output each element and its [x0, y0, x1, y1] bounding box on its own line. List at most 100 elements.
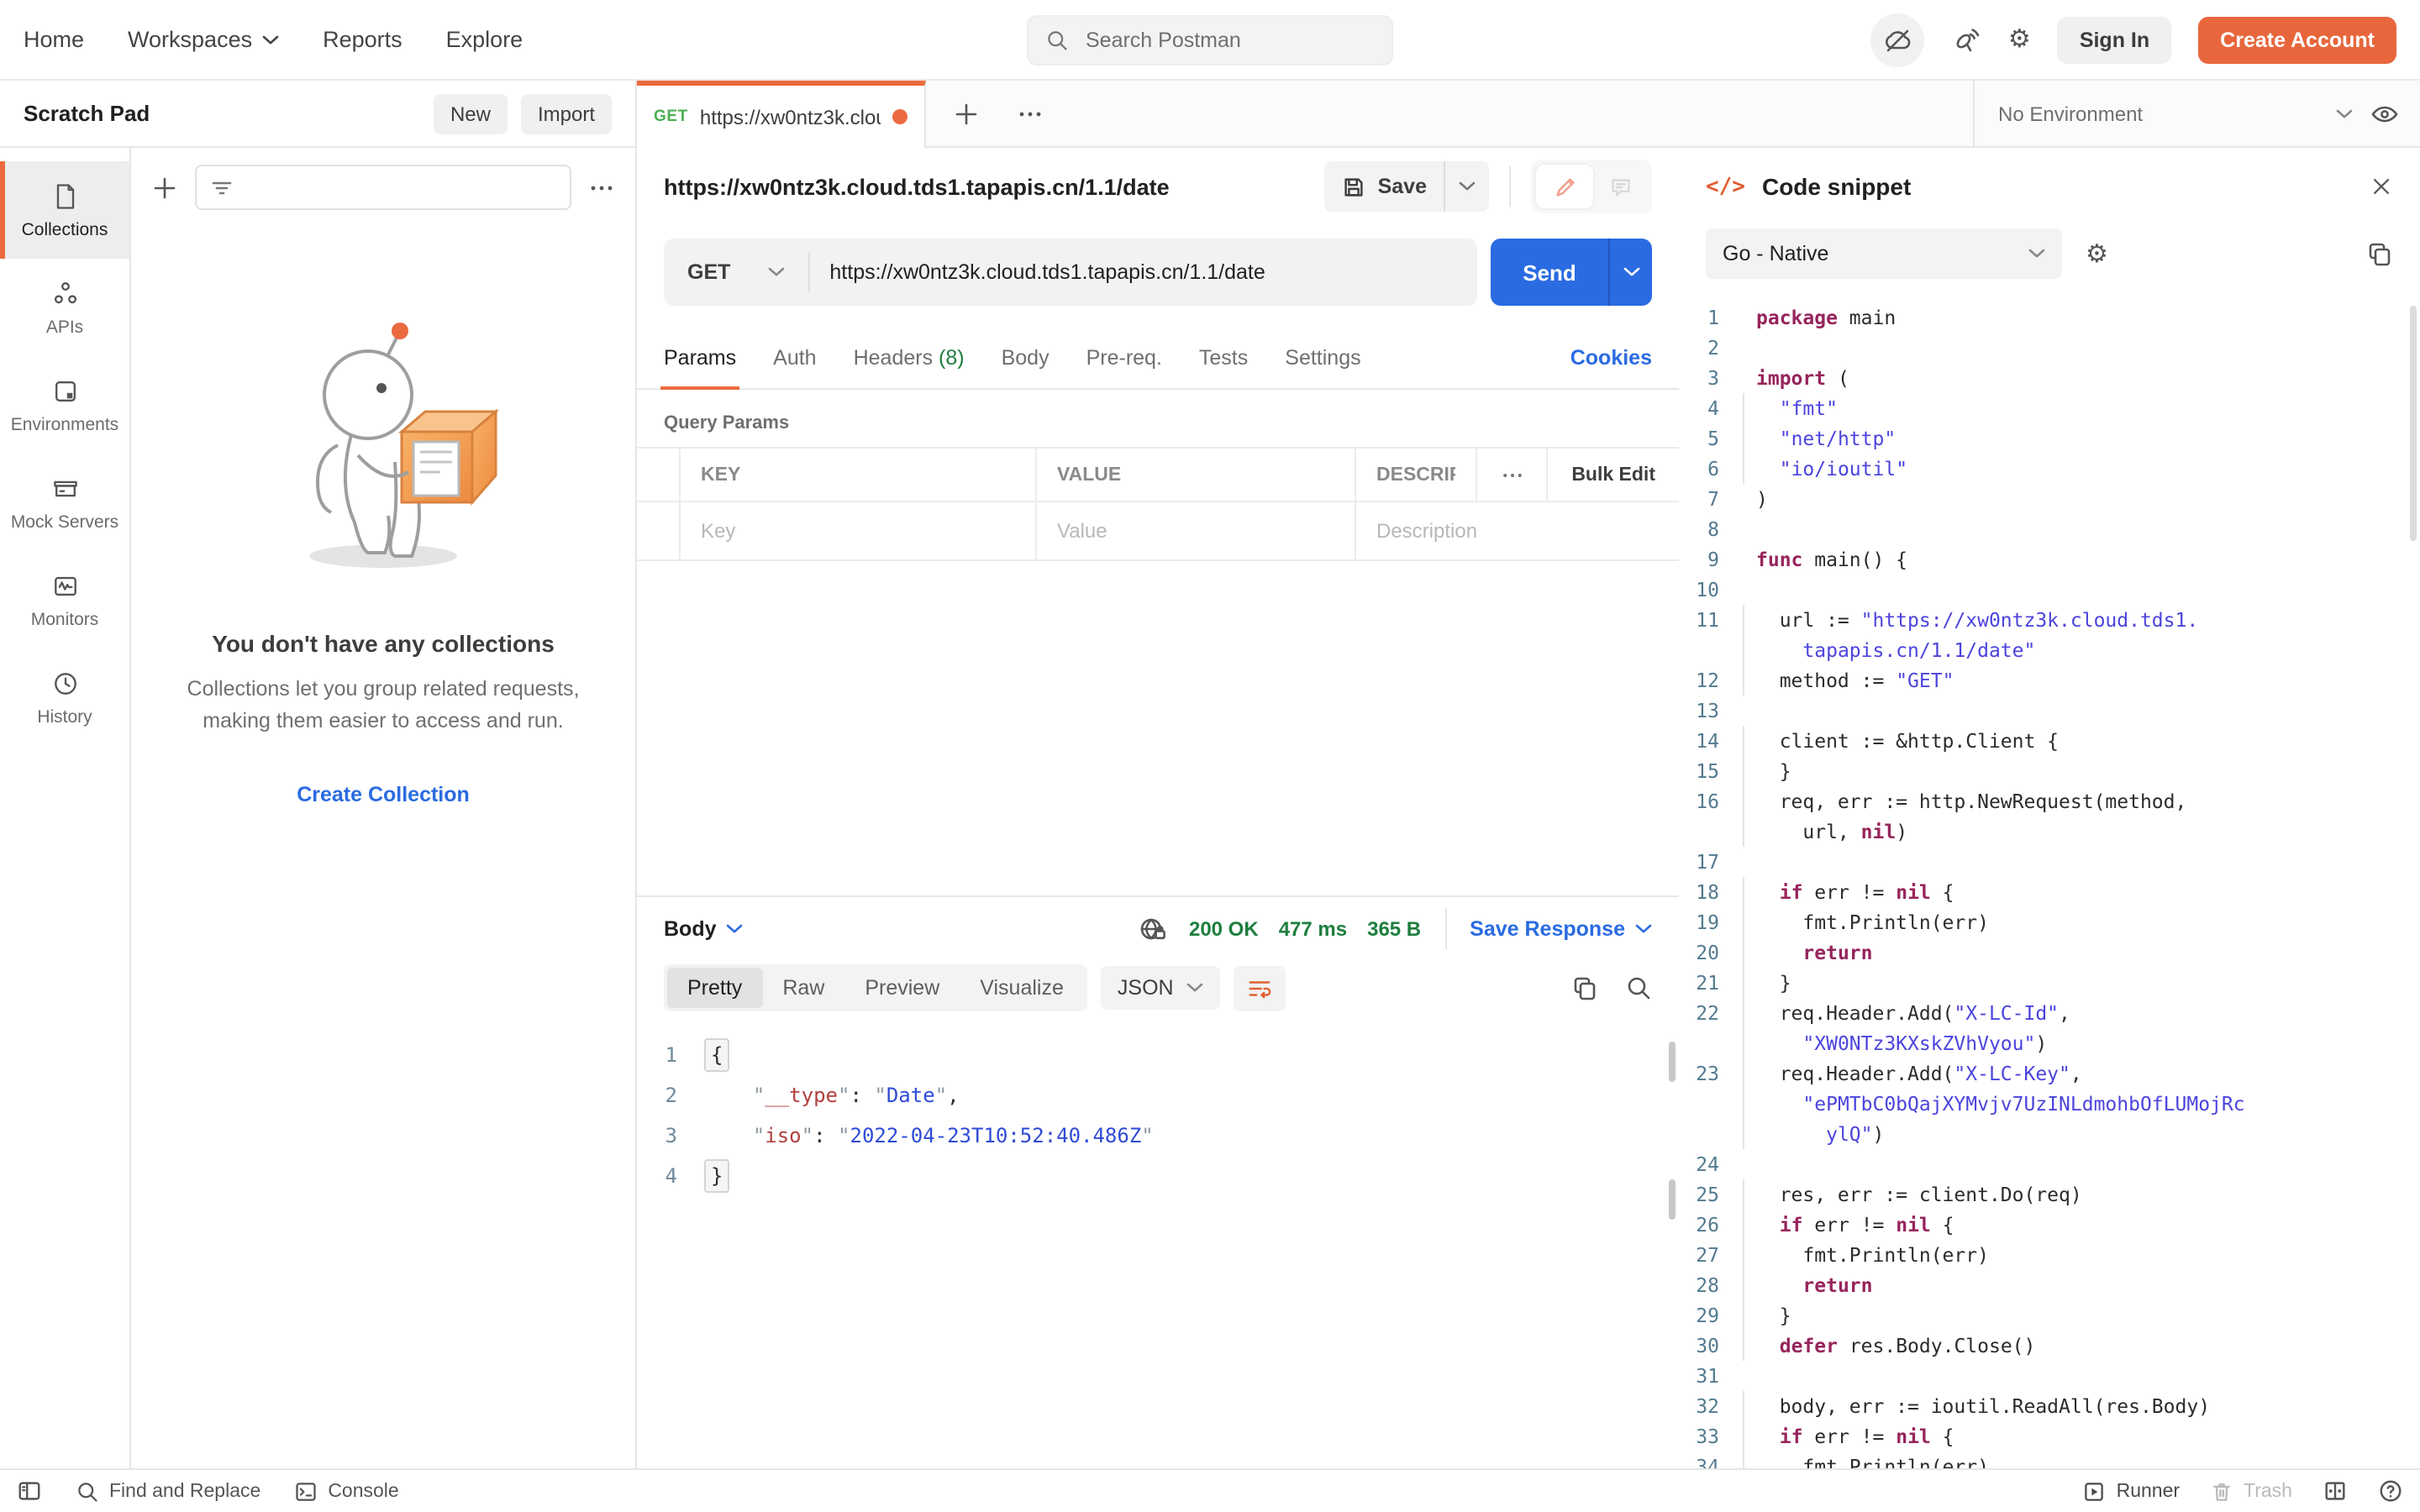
sidebar-item-mock-servers[interactable]: Mock Servers [0, 454, 129, 551]
save-options-button[interactable] [1444, 161, 1489, 212]
sidebar-item-monitors[interactable]: Monitors [0, 551, 129, 648]
sidebar-item-history[interactable]: History [0, 648, 129, 746]
close-icon [2370, 175, 2393, 198]
two-pane-view-button[interactable] [2323, 1478, 2348, 1504]
nav-workspaces[interactable]: Workspaces [128, 27, 279, 52]
wrap-text-button[interactable] [1234, 965, 1286, 1011]
response-scrollbar-thumb[interactable] [1669, 1042, 1676, 1082]
code-line: 7) [1679, 484, 2420, 514]
nav-explore[interactable]: Explore [446, 27, 523, 52]
request-tab-pre-req-[interactable]: Pre-req. [1086, 326, 1162, 388]
param-value-input[interactable] [1037, 519, 1355, 543]
environment-quick-look-eye-icon[interactable] [2370, 98, 2400, 129]
save-button[interactable]: Save [1324, 174, 1444, 199]
sidebar-item-environments[interactable]: Environments [0, 356, 129, 454]
response-view-pretty[interactable]: Pretty [667, 968, 762, 1008]
find-and-replace-button[interactable]: Find and Replace [76, 1479, 260, 1503]
send-options-button[interactable] [1608, 239, 1652, 306]
code-snippet-title: Code snippet [1762, 173, 1911, 200]
import-button[interactable]: Import [521, 93, 612, 134]
method-selector[interactable]: GET [664, 260, 808, 284]
language-selector[interactable]: Go - Native [1706, 228, 2062, 279]
tab-title: https://xw0ntz3k.clouc [700, 105, 881, 129]
bulk-edit-button[interactable]: Bulk Edit [1548, 449, 1679, 501]
chevron-down-icon[interactable] [2336, 108, 2353, 118]
help-button[interactable] [2378, 1478, 2403, 1504]
chevron-down-icon [1635, 924, 1652, 934]
send-button[interactable]: Send [1491, 239, 1608, 306]
request-tab-auth[interactable]: Auth [773, 326, 816, 388]
column-header-value: VALUE [1057, 465, 1121, 485]
sidebar-item-collections[interactable]: Collections [0, 161, 129, 259]
method-label: GET [687, 260, 730, 284]
network-globe-lock-icon[interactable] [1139, 914, 1169, 944]
sidebar-item-apis[interactable]: APIs [0, 259, 129, 356]
code-line: 24 [1679, 1149, 2420, 1179]
response-size[interactable]: 365 B [1367, 917, 1421, 941]
response-body-dropdown[interactable]: Body [664, 917, 744, 941]
environment-selector[interactable]: No Environment [1998, 102, 2319, 125]
search-response-icon[interactable] [1625, 974, 1652, 1001]
close-panel-button[interactable] [2370, 175, 2393, 198]
cookies-link[interactable]: Cookies [1570, 345, 1652, 369]
comments-button[interactable] [1593, 165, 1647, 208]
params-more-options-button[interactable] [1477, 449, 1548, 501]
tab-options-dots-icon[interactable] [1017, 100, 1044, 127]
save-response-button[interactable]: Save Response [1470, 917, 1652, 941]
trash-button[interactable]: Trash [2210, 1479, 2292, 1503]
param-description-input[interactable] [1356, 519, 1679, 543]
code-line: url, nil) [1679, 816, 2420, 847]
capture-requests-button[interactable] [1951, 24, 1981, 55]
copy-response-icon[interactable] [1571, 974, 1598, 1001]
response-view-preview[interactable]: Preview [844, 968, 960, 1008]
response-format-dropdown[interactable]: JSON [1101, 966, 1221, 1010]
create-collection-link[interactable]: Create Collection [165, 783, 602, 806]
code-line: 11 url := "https://xw0ntz3k.cloud.tds1. [1679, 605, 2420, 635]
filter-collections-input[interactable] [195, 165, 571, 210]
settings-gear-icon[interactable]: ⚙ [2008, 27, 2031, 52]
request-tab-headers[interactable]: Headers (8) [854, 326, 965, 388]
environment-bar: No Environment [1679, 81, 2420, 148]
rename-request-button[interactable] [1536, 165, 1593, 208]
create-account-button[interactable]: Create Account [2198, 16, 2396, 63]
row-handle-column [637, 449, 681, 501]
offline-status-button[interactable] [1870, 13, 1924, 66]
request-tab-tests[interactable]: Tests [1199, 326, 1248, 388]
runner-play-icon [2083, 1479, 2107, 1503]
nav-home[interactable]: Home [24, 27, 84, 52]
global-search[interactable] [1027, 14, 1393, 65]
collections-more-dots-icon[interactable] [588, 174, 615, 201]
code-line: 13 [1679, 696, 2420, 726]
nav-reports[interactable]: Reports [323, 27, 402, 52]
response-status-badge[interactable]: 200 OK [1189, 917, 1259, 941]
snippet-settings-gear-icon[interactable]: ⚙ [2086, 241, 2108, 266]
trash-label: Trash [2244, 1481, 2292, 1501]
new-tab-plus-icon[interactable] [953, 100, 980, 127]
snippet-scrollbar-thumb[interactable] [2410, 306, 2417, 541]
request-tab-params[interactable]: Params [664, 326, 736, 388]
request-tab-body[interactable]: Body [1002, 326, 1050, 388]
copy-snippet-button[interactable] [2366, 240, 2393, 267]
response-time[interactable]: 477 ms [1279, 917, 1347, 941]
tab-count: (8) [933, 345, 965, 369]
rail-label: Collections [22, 219, 108, 239]
response-scrollbar-thumb[interactable] [1669, 1179, 1676, 1220]
console-button[interactable]: Console [294, 1479, 398, 1503]
url-input[interactable] [809, 260, 1477, 284]
divider [1444, 909, 1446, 949]
search-input[interactable] [1082, 26, 1375, 53]
param-key-input[interactable] [681, 519, 1035, 543]
response-view-visualize[interactable]: Visualize [960, 968, 1084, 1008]
new-button[interactable]: New [434, 93, 508, 134]
toggle-sidebar-button[interactable] [17, 1478, 42, 1504]
add-collection-plus-icon[interactable] [151, 174, 178, 201]
response-body-viewer[interactable]: 1{2 "__type": "Date",3 "iso": "2022-04-2… [637, 1025, 1679, 1468]
code-snippet-viewer[interactable]: 1package main23import (4 "fmt"5 "net/htt… [1679, 296, 2420, 1468]
response-view-raw[interactable]: Raw [762, 968, 844, 1008]
rail-label: Environments [11, 414, 118, 434]
open-request-tab[interactable]: GET https://xw0ntz3k.clouc [637, 81, 926, 148]
tab-label: Params [664, 345, 736, 369]
runner-button[interactable]: Runner [2083, 1479, 2180, 1503]
request-tab-settings[interactable]: Settings [1285, 326, 1360, 388]
sign-in-button[interactable]: Sign In [2058, 16, 2171, 63]
